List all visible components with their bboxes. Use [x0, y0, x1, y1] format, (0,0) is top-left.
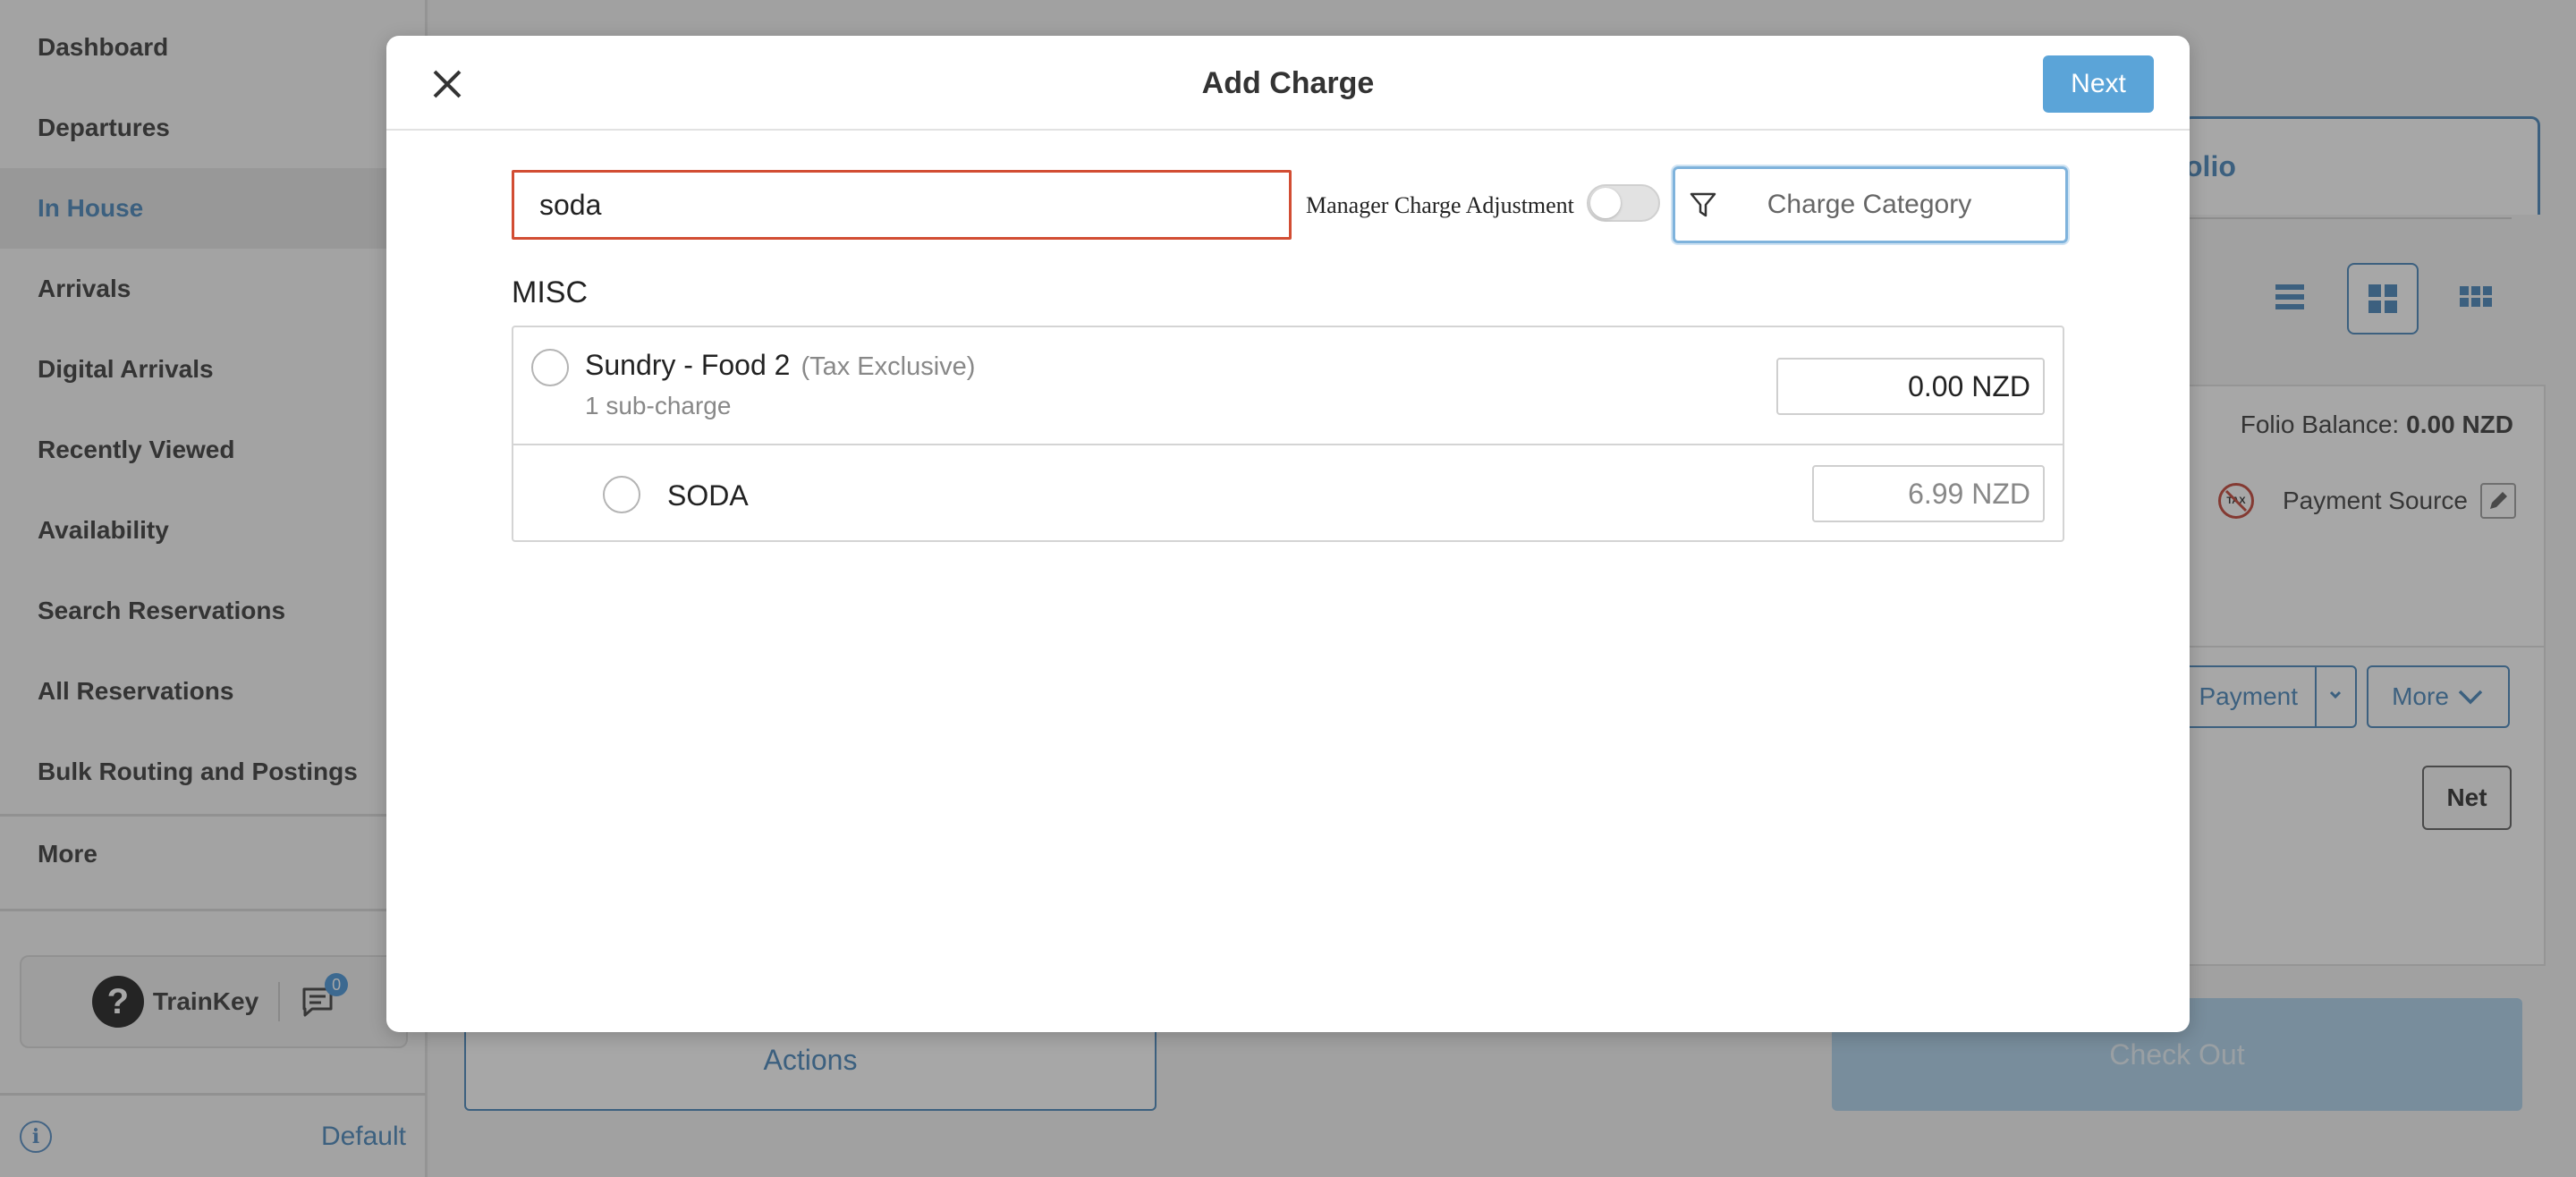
close-icon[interactable] [429, 66, 465, 102]
sub-charge-amount-field: 6.99 NZD [1812, 465, 2045, 522]
manager-charge-adjustment-label: Manager Charge Adjustment [1306, 192, 1574, 218]
dialog-header: Add Charge Next [386, 36, 2190, 131]
charge-category-select[interactable]: Charge Category [1673, 166, 2068, 243]
manager-charge-adjustment-toggle[interactable] [1587, 184, 1660, 222]
tax-note: (Tax Exclusive) [801, 352, 976, 381]
charge-search-input[interactable] [512, 170, 1292, 240]
charge-category-placeholder: Charge Category [1767, 190, 1972, 219]
charge-group-label: MISC [512, 275, 588, 309]
add-charge-dialog: Add Charge Next Manager Charge Adjustmen… [386, 36, 2190, 1032]
dialog-title: Add Charge [1201, 65, 1375, 100]
filter-icon [1690, 192, 1716, 217]
charge-radio[interactable] [531, 349, 569, 386]
sub-charge-radio[interactable] [603, 476, 640, 513]
toggle-knob [1590, 188, 1621, 218]
charge-list: Sundry - Food 2 (Tax Exclusive) 1 sub-cha… [512, 326, 2064, 542]
charge-amount-field[interactable]: 0.00 NZD [1776, 358, 2045, 415]
next-button[interactable]: Next [2043, 55, 2154, 113]
charge-name: Sundry - Food 2 (Tax Exclusive) [585, 349, 976, 381]
sub-charge-name: SODA [667, 479, 749, 512]
charge-row[interactable]: Sundry - Food 2 (Tax Exclusive) 1 sub-cha… [513, 327, 2063, 445]
sub-charge-count: 1 sub-charge [585, 392, 732, 419]
